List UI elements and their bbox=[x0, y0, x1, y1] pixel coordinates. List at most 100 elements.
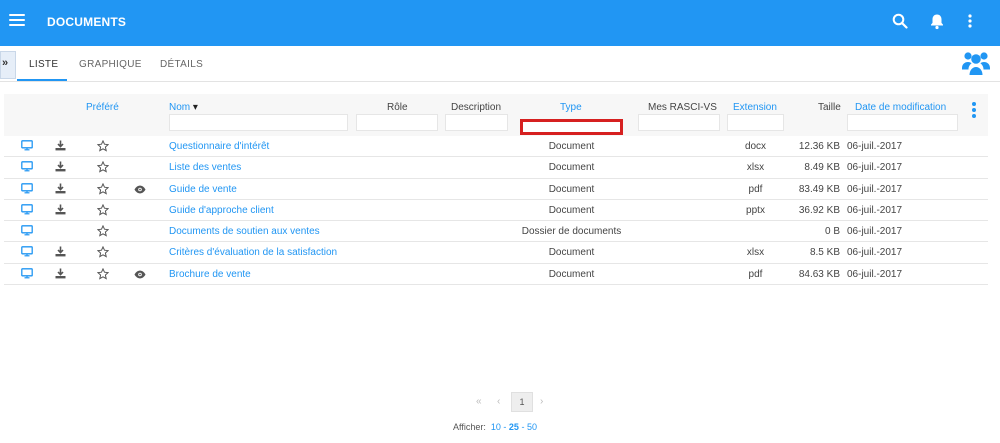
star-outline-icon[interactable] bbox=[97, 161, 109, 173]
document-name-link[interactable]: Guide d'approche client bbox=[169, 205, 274, 216]
table-row[interactable]: Brochure de vente Document pdf 84.63 KB 06-j… bbox=[4, 264, 988, 286]
next-page-icon[interactable]: › bbox=[540, 396, 543, 407]
document-modified-date: 06-juil.-2017 bbox=[847, 183, 903, 195]
document-modified-date: 06-juil.-2017 bbox=[847, 226, 903, 238]
page-size-separator: - bbox=[521, 422, 525, 432]
document-name-link[interactable]: Liste des ventes bbox=[169, 162, 241, 173]
monitor-icon[interactable] bbox=[21, 225, 33, 237]
prev-page-icon[interactable]: ‹ bbox=[497, 396, 500, 407]
document-size: 12.36 KB bbox=[798, 141, 840, 152]
active-tab-indicator bbox=[17, 79, 67, 81]
document-type: Document bbox=[548, 247, 595, 259]
documents-table: Préféré Nom ▾ Rôle Description Type Mes … bbox=[4, 94, 988, 286]
star-outline-icon[interactable] bbox=[97, 246, 109, 259]
document-modified-date: 06-juil.-2017 bbox=[847, 247, 903, 259]
document-size: 83.49 KB bbox=[798, 183, 840, 195]
table-row[interactable]: Guide d'approche client Document pptx 36.92… bbox=[4, 200, 988, 222]
extension-filter-input[interactable] bbox=[727, 114, 784, 131]
document-size: 8.5 KB bbox=[809, 247, 840, 259]
tab-liste[interactable]: LISTE bbox=[29, 59, 58, 70]
document-type: Document bbox=[548, 141, 595, 152]
document-name-link[interactable]: Critères d'évaluation de la satisfaction bbox=[169, 247, 337, 258]
download-icon[interactable] bbox=[55, 183, 67, 195]
header-role: Rôle bbox=[387, 102, 408, 113]
download-icon[interactable] bbox=[55, 268, 67, 280]
tab-graphique[interactable]: GRAPHIQUE bbox=[79, 59, 142, 70]
document-type: Document bbox=[548, 268, 595, 280]
header-name-label: Nom bbox=[169, 102, 191, 113]
document-type: Document bbox=[548, 204, 595, 216]
download-icon[interactable] bbox=[55, 246, 67, 258]
page-button[interactable]: 1 bbox=[511, 392, 533, 412]
page-size-selector: Afficher: 10 - 25 - 50 bbox=[453, 422, 537, 432]
page-size-25[interactable]: 25 bbox=[509, 422, 519, 432]
document-type: Document bbox=[548, 162, 595, 174]
type-filter-input-highlighted[interactable] bbox=[520, 119, 623, 135]
header-rasci: Mes RASCI-VS bbox=[648, 102, 717, 113]
table-row[interactable]: Questionnaire d'intérêt Document docx 12.36… bbox=[4, 136, 988, 158]
monitor-icon[interactable] bbox=[21, 140, 33, 152]
star-outline-icon[interactable] bbox=[97, 225, 109, 237]
team-icon[interactable] bbox=[962, 50, 990, 76]
monitor-icon[interactable] bbox=[21, 204, 33, 216]
table-header: Préféré Nom ▾ Rôle Description Type Mes … bbox=[4, 94, 988, 136]
menu-icon[interactable] bbox=[9, 14, 25, 30]
monitor-icon[interactable] bbox=[21, 246, 33, 258]
table-row[interactable]: Documents de soutien aux ventes Dossier d… bbox=[4, 221, 988, 243]
search-icon[interactable] bbox=[892, 13, 910, 31]
page-size-10[interactable]: 10 bbox=[491, 422, 501, 432]
document-modified-date: 06-juil.-2017 bbox=[847, 141, 903, 152]
role-filter-input[interactable] bbox=[356, 114, 438, 131]
rasci-filter-input[interactable] bbox=[638, 114, 720, 131]
document-size: 36.92 KB bbox=[798, 204, 840, 216]
header-description: Description bbox=[451, 102, 502, 113]
page-title: DOCUMENTS bbox=[47, 15, 127, 29]
document-name-link[interactable]: Guide de vente bbox=[169, 184, 237, 195]
double-chevron-right-icon: » bbox=[2, 57, 8, 69]
table-row[interactable]: Guide de vente Document pdf 83.49 KB 06-juil… bbox=[4, 179, 988, 200]
column-options-icon[interactable] bbox=[971, 102, 977, 122]
monitor-icon[interactable] bbox=[21, 182, 33, 195]
monitor-icon[interactable] bbox=[21, 267, 33, 280]
header-extension[interactable]: Extension bbox=[733, 102, 777, 113]
download-icon[interactable] bbox=[55, 140, 67, 152]
table-row[interactable]: Critères d'évaluation de la satisfaction… bbox=[4, 242, 988, 264]
download-icon[interactable] bbox=[55, 204, 67, 216]
header-name[interactable]: Nom ▾ bbox=[169, 102, 198, 113]
header-favorite[interactable]: Préféré bbox=[86, 102, 119, 113]
document-name-link[interactable]: Documents de soutien aux ventes bbox=[169, 226, 320, 237]
bell-icon[interactable] bbox=[929, 13, 947, 31]
more-vert-icon[interactable] bbox=[966, 13, 984, 31]
eye-icon[interactable] bbox=[134, 185, 146, 197]
name-filter-input[interactable] bbox=[169, 114, 348, 131]
header-modified[interactable]: Date de modification bbox=[855, 102, 946, 113]
sidebar-toggle-button[interactable]: » bbox=[0, 51, 16, 79]
header-size: Taille bbox=[818, 102, 841, 113]
document-extension: xlsx bbox=[746, 247, 765, 259]
page-size-50[interactable]: 50 bbox=[527, 422, 537, 432]
star-outline-icon[interactable] bbox=[97, 140, 109, 152]
tab-details[interactable]: DÉTAILS bbox=[160, 59, 203, 70]
first-page-icon[interactable]: « bbox=[476, 396, 482, 407]
modified-filter-input[interactable] bbox=[847, 114, 958, 131]
download-icon[interactable] bbox=[55, 161, 67, 173]
header-type[interactable]: Type bbox=[560, 102, 582, 113]
monitor-icon[interactable] bbox=[21, 161, 33, 173]
show-label: Afficher: bbox=[453, 422, 486, 432]
document-size: 0 B bbox=[824, 226, 840, 238]
document-modified-date: 06-juil.-2017 bbox=[847, 162, 903, 174]
app-header: DOCUMENTS bbox=[0, 0, 1000, 46]
table-body: Questionnaire d'intérêt Document docx 12.36… bbox=[4, 136, 988, 286]
page-size-separator: - bbox=[503, 422, 507, 432]
document-modified-date: 06-juil.-2017 bbox=[847, 268, 903, 280]
document-name-link[interactable]: Questionnaire d'intérêt bbox=[169, 141, 269, 152]
document-extension: pptx bbox=[746, 204, 765, 216]
star-outline-icon[interactable] bbox=[97, 267, 109, 280]
eye-icon[interactable] bbox=[134, 270, 146, 282]
description-filter-input[interactable] bbox=[445, 114, 508, 131]
star-outline-icon[interactable] bbox=[97, 203, 109, 216]
document-name-link[interactable]: Brochure de vente bbox=[169, 269, 251, 280]
document-extension: xlsx bbox=[746, 162, 765, 174]
star-outline-icon[interactable] bbox=[97, 182, 109, 195]
table-row[interactable]: Liste des ventes Document xlsx 8.49 KB 06-ju… bbox=[4, 157, 988, 179]
